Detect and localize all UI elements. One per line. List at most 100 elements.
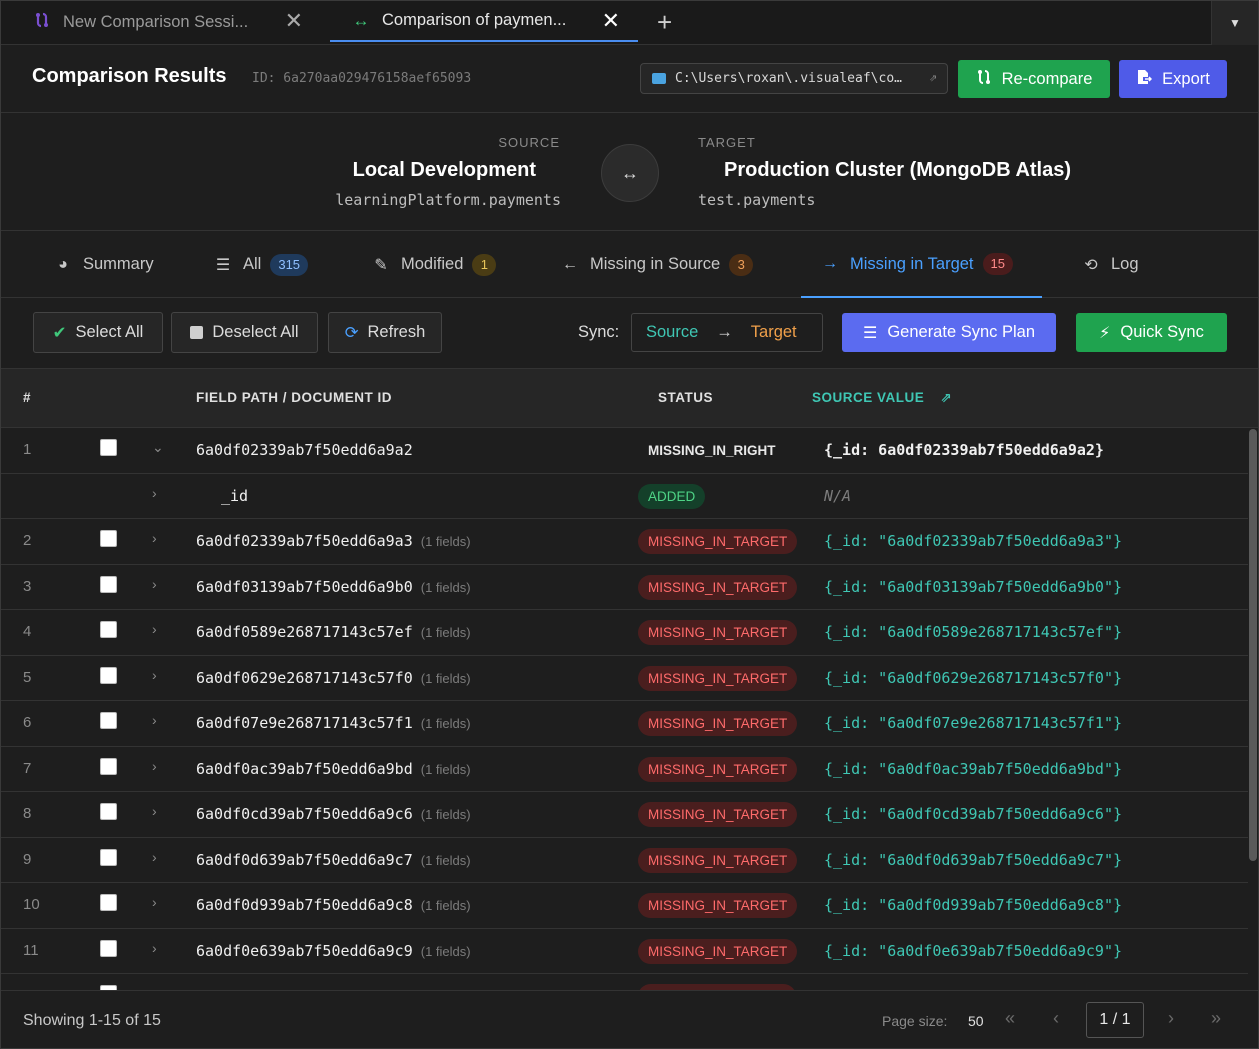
next-page-icon[interactable]: › — [1168, 1008, 1174, 1029]
page-size-select[interactable]: 50 — [968, 1013, 984, 1029]
child-field-row[interactable]: › _id ADDED N/A — [1, 473, 1248, 519]
chevron-right-icon[interactable]: › — [152, 758, 157, 774]
table-row[interactable] — [1, 974, 1248, 990]
target-collection: test.payments — [698, 191, 816, 209]
row-checkbox[interactable] — [100, 939, 117, 957]
last-page-icon[interactable]: » — [1211, 1008, 1221, 1029]
row-checkbox[interactable] — [100, 621, 117, 638]
folder-icon — [652, 73, 666, 84]
close-icon[interactable]: ✕ — [285, 9, 303, 33]
prev-page-icon[interactable]: ‹ — [1053, 1008, 1059, 1029]
tab-modified[interactable]: ✎ Modified 1 — [371, 232, 497, 297]
source-name: Local Development — [352, 159, 536, 181]
scrollbar-thumb[interactable] — [1249, 429, 1257, 861]
table-row[interactable]: 2 › 6a0df02339ab7f50edd6a9a3 (1 fields) MISS… — [1, 519, 1248, 565]
chevron-right-icon[interactable]: › — [152, 940, 157, 956]
deselect-all-label: Deselect All — [212, 323, 299, 341]
source-collection: learningPlatform.payments — [335, 191, 561, 209]
status-badge: MISSING_IN_TARGET — [638, 756, 798, 782]
table-row[interactable]: 8 › 6a0df0cd39ab7f50edd6a9c6 (1 fields) MISS… — [1, 792, 1248, 838]
tab-all[interactable]: ☰ All 315 — [213, 232, 309, 297]
row-number: 5 — [23, 668, 32, 686]
page-indicator: 1 / 1 — [1086, 1002, 1144, 1038]
category-tabs: ◕ Summary ☰ All 315 ✎ Modified 1 ← Missi… — [1, 232, 1258, 298]
row-number: 1 — [23, 441, 32, 458]
table-row[interactable]: 4 › 6a0df0589e268717143c57ef (1 fields) MISS… — [1, 610, 1248, 656]
row-checkbox[interactable] — [100, 894, 117, 911]
row-checkbox[interactable] — [100, 439, 117, 456]
recompare-button[interactable]: Re-compare — [958, 60, 1110, 98]
tab-summary-label: Summary — [83, 255, 154, 273]
chevron-right-icon[interactable]: › — [152, 621, 157, 637]
document-id: 6a0df02339ab7f50edd6a9a3 (1 fields) — [196, 532, 471, 550]
tab-new-comparison[interactable]: New Comparison Sessi... ✕ — [11, 1, 321, 43]
row-checkbox[interactable] — [100, 575, 117, 593]
table-row[interactable]: 6 › 6a0df07e9e268717143c57f1 (1 fields) MISS… — [1, 701, 1248, 747]
table-row[interactable]: 11 › 6a0df0e639ab7f50edd6a9c9 (1 fields) MIS… — [1, 928, 1248, 974]
table-row[interactable]: 9 › 6a0df0d639ab7f50edd6a9c7 (1 fields) MISS… — [1, 837, 1248, 883]
tab-label: New Comparison Sessi... — [63, 12, 249, 31]
chevron-down-icon[interactable]: ⌄ — [152, 439, 164, 456]
source-value: {_id: "6a0df03139ab7f50edd6a9b0"} — [824, 577, 1123, 596]
tab-missing-in-target[interactable]: → Missing in Target 15 — [801, 232, 1042, 298]
table-row[interactable]: 7 › 6a0df0ac39ab7f50edd6a9bd (1 fields) MISS… — [1, 746, 1248, 792]
row-number: 6 — [23, 714, 32, 731]
count-badge: 1 — [472, 253, 497, 276]
chevron-right-icon[interactable]: › — [152, 576, 157, 592]
column-header-status[interactable]: STATUS — [658, 390, 713, 405]
first-page-icon[interactable]: « — [1005, 1008, 1015, 1029]
sync-direction-toggle[interactable]: Source → Target — [631, 313, 823, 352]
column-header-path[interactable]: FIELD PATH / DOCUMENT ID — [196, 390, 392, 405]
source-value: {_id: "6a0df0cd39ab7f50edd6a9c6"} — [824, 805, 1123, 823]
column-header-source-value[interactable]: SOURCE VALUE ⇗ — [812, 390, 952, 406]
row-checkbox[interactable] — [100, 666, 117, 684]
history-icon: ⟲ — [1084, 256, 1098, 274]
table-row[interactable]: 5 › 6a0df0629e268717143c57f0 (1 fields) MISS… — [1, 655, 1248, 701]
select-all-button[interactable]: ✔ Select All — [33, 312, 163, 353]
refresh-button[interactable]: ⟳ Refresh — [328, 312, 442, 353]
document-id: 6a0df0e639ab7f50edd6a9c9 (1 fields) — [196, 942, 471, 960]
deselect-all-button[interactable]: Deselect All — [171, 312, 318, 353]
status-badge: MISSING_IN_TARGET — [638, 711, 798, 736]
chevron-right-icon[interactable]: › — [152, 803, 157, 819]
quick-sync-button[interactable]: ⚡ Quick Sync — [1076, 313, 1227, 352]
file-path-button[interactable]: C:\Users\roxan\.visualeaf\co… ⇗ — [640, 63, 948, 94]
chevron-right-icon[interactable]: › — [152, 667, 157, 683]
generate-sync-plan-button[interactable]: ☰ Generate Sync Plan — [842, 313, 1056, 352]
source-value: {_id: "6a0df07e9e268717143c57f1"} — [824, 714, 1123, 732]
source-value: N/A — [824, 486, 852, 505]
close-icon[interactable]: ✕ — [602, 9, 620, 33]
square-icon — [190, 326, 204, 339]
document-id: 6a0df0cd39ab7f50edd6a9c6 (1 fields) — [196, 805, 471, 823]
tab-missing-in-source[interactable]: ← Missing in Source 3 — [560, 232, 754, 297]
chevron-right-icon[interactable]: › — [152, 530, 157, 546]
row-checkbox[interactable] — [100, 712, 117, 729]
export-label: Export — [1162, 69, 1210, 88]
source-value: {_id: "6a0df0589e268717143c57ef"} — [824, 623, 1123, 641]
table-row[interactable]: 1 ⌄ 6a0df02339ab7f50edd6a9a2 MISSING_IN_RIG… — [1, 428, 1248, 474]
row-checkbox[interactable] — [100, 848, 117, 866]
chevron-right-icon[interactable]: › — [152, 849, 157, 865]
status-badge: MISSING_IN_TARGET — [638, 529, 798, 554]
chevron-right-icon[interactable]: › — [152, 894, 157, 910]
row-checkbox[interactable] — [100, 530, 117, 547]
swap-button[interactable]: ↔ — [601, 144, 659, 202]
field-count: (1 fields) — [420, 534, 471, 549]
table-row[interactable]: 3 › 6a0df03139ab7f50edd6a9b0 (1 fields) MISS… — [1, 564, 1248, 610]
check-double-icon: ✔ — [52, 323, 67, 342]
refresh-icon: ⟳ — [344, 323, 359, 342]
row-checkbox[interactable] — [100, 803, 117, 820]
table-row[interactable]: 10 › 6a0df0d939ab7f50edd6a9c8 (1 fields) MIS… — [1, 883, 1248, 929]
row-checkbox[interactable] — [100, 757, 117, 775]
chevron-right-icon[interactable]: › — [152, 485, 157, 501]
tab-summary[interactable]: ◕ Summary — [53, 232, 154, 297]
export-button[interactable]: Export — [1119, 60, 1227, 98]
tab-menu-button[interactable]: ▼ — [1211, 1, 1258, 45]
tab-log[interactable]: ⟲ Log — [1081, 232, 1138, 297]
external-link-icon[interactable]: ⇗ — [941, 390, 953, 405]
add-tab-button[interactable]: + — [657, 8, 672, 36]
tab-comparison-payments[interactable]: ↔ Comparison of paymen... ✕ — [330, 1, 638, 42]
status-badge: MISSING_IN_TARGET — [638, 938, 798, 964]
chevron-right-icon[interactable]: › — [152, 712, 157, 728]
field-count: (1 fields) — [420, 943, 471, 959]
